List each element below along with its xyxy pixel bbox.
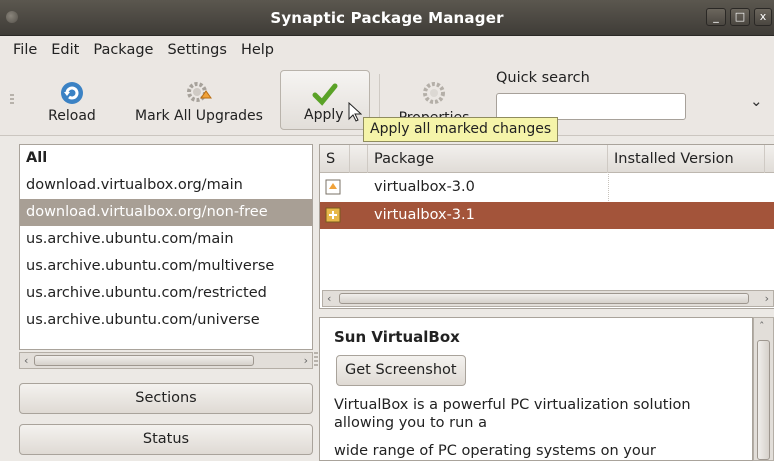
repo-item[interactable]: us.archive.ubuntu.com/restricted bbox=[20, 280, 312, 307]
repo-item-selected[interactable]: download.virtualbox.org/non-free bbox=[20, 199, 312, 226]
column-header-status[interactable]: S bbox=[320, 145, 350, 173]
column-header-package[interactable]: Package bbox=[368, 145, 608, 173]
menu-help[interactable]: Help bbox=[234, 42, 281, 58]
package-row[interactable]: virtualbox-3.0 bbox=[320, 174, 774, 201]
repository-list[interactable]: All download.virtualbox.org/main downloa… bbox=[19, 144, 313, 350]
repo-item-all[interactable]: All bbox=[20, 145, 312, 172]
title-bar: Synaptic Package Manager _ □ x bbox=[0, 0, 774, 36]
properties-button[interactable]: Properties bbox=[386, 70, 482, 122]
mark-all-upgrades-button[interactable]: Mark All Upgrades bbox=[120, 70, 278, 130]
chevron-down-icon[interactable]: ⌄ bbox=[750, 92, 763, 110]
quick-search-label: Quick search bbox=[496, 70, 590, 86]
repo-item[interactable]: us.archive.ubuntu.com/universe bbox=[20, 307, 312, 334]
description-text: VirtualBox is a powerful PC virtualizati… bbox=[334, 397, 691, 431]
sections-button[interactable]: Sections bbox=[19, 383, 313, 414]
reload-icon bbox=[59, 80, 85, 110]
package-description-title: Sun VirtualBox bbox=[334, 328, 460, 346]
menu-bar: File Edit Package Settings Help bbox=[0, 36, 774, 64]
description-vertical-scrollbar[interactable]: ˆ bbox=[753, 317, 774, 461]
package-row-selected[interactable]: virtualbox-3.1 bbox=[320, 202, 774, 229]
scrollbar-thumb[interactable] bbox=[339, 293, 749, 304]
package-description-pane: Sun VirtualBox Get Screenshot VirtualBox… bbox=[319, 317, 753, 461]
column-header-spacer bbox=[350, 145, 368, 173]
window-title: Synaptic Package Manager bbox=[270, 9, 504, 27]
pane-resize-grip[interactable] bbox=[314, 352, 318, 368]
reload-button[interactable]: Reload bbox=[28, 70, 116, 130]
reload-label: Reload bbox=[48, 108, 96, 124]
status-button[interactable]: Status bbox=[19, 424, 313, 455]
scroll-right-arrow-icon[interactable]: › bbox=[765, 291, 769, 306]
scrollbar-thumb[interactable] bbox=[34, 355, 254, 366]
toolbar-grip[interactable] bbox=[10, 94, 14, 106]
scroll-up-arrow-icon[interactable]: ˆ bbox=[759, 320, 765, 333]
mark-all-upgrades-label: Mark All Upgrades bbox=[135, 108, 263, 124]
mouse-pointer-icon bbox=[348, 101, 363, 126]
scroll-right-arrow-icon[interactable]: › bbox=[304, 353, 308, 368]
column-header-installed-version[interactable]: Installed Version bbox=[608, 145, 765, 173]
new-package-icon[interactable] bbox=[325, 179, 341, 195]
properties-gear-icon bbox=[421, 80, 447, 110]
installed-version bbox=[608, 202, 614, 229]
repository-horizontal-scrollbar[interactable]: ‹ › bbox=[19, 352, 313, 369]
scroll-left-arrow-icon[interactable]: ‹ bbox=[24, 353, 28, 368]
menu-file[interactable]: File bbox=[6, 42, 44, 58]
maximize-button[interactable]: □ bbox=[730, 8, 750, 26]
quick-search-input[interactable] bbox=[496, 93, 686, 120]
repo-item[interactable]: us.archive.ubuntu.com/multiverse bbox=[20, 253, 312, 280]
mark-upgrades-icon bbox=[185, 80, 213, 110]
close-button[interactable]: x bbox=[754, 8, 772, 26]
menu-edit[interactable]: Edit bbox=[44, 42, 86, 58]
package-horizontal-scrollbar[interactable]: ‹ › bbox=[322, 290, 774, 307]
package-table: S Package Installed Version virtualbox-3… bbox=[319, 144, 774, 309]
package-name: virtualbox-3.0 bbox=[374, 179, 475, 195]
scrollbar-thumb[interactable] bbox=[757, 340, 770, 460]
package-name: virtualbox-3.1 bbox=[374, 207, 475, 223]
apply-tooltip: Apply all marked changes bbox=[363, 117, 559, 142]
menu-settings[interactable]: Settings bbox=[160, 42, 233, 58]
marked-install-icon[interactable] bbox=[325, 207, 341, 223]
get-screenshot-button[interactable]: Get Screenshot bbox=[336, 355, 466, 386]
repo-item[interactable]: download.virtualbox.org/main bbox=[20, 172, 312, 199]
scroll-left-arrow-icon[interactable]: ‹ bbox=[327, 291, 331, 306]
installed-version bbox=[608, 174, 614, 201]
repo-item[interactable]: us.archive.ubuntu.com/main bbox=[20, 226, 312, 253]
description-text: wide range of PC operating systems on yo… bbox=[334, 443, 656, 459]
menu-package[interactable]: Package bbox=[86, 42, 160, 58]
package-table-header: S Package Installed Version bbox=[320, 145, 774, 173]
minimize-button[interactable]: _ bbox=[706, 8, 726, 26]
